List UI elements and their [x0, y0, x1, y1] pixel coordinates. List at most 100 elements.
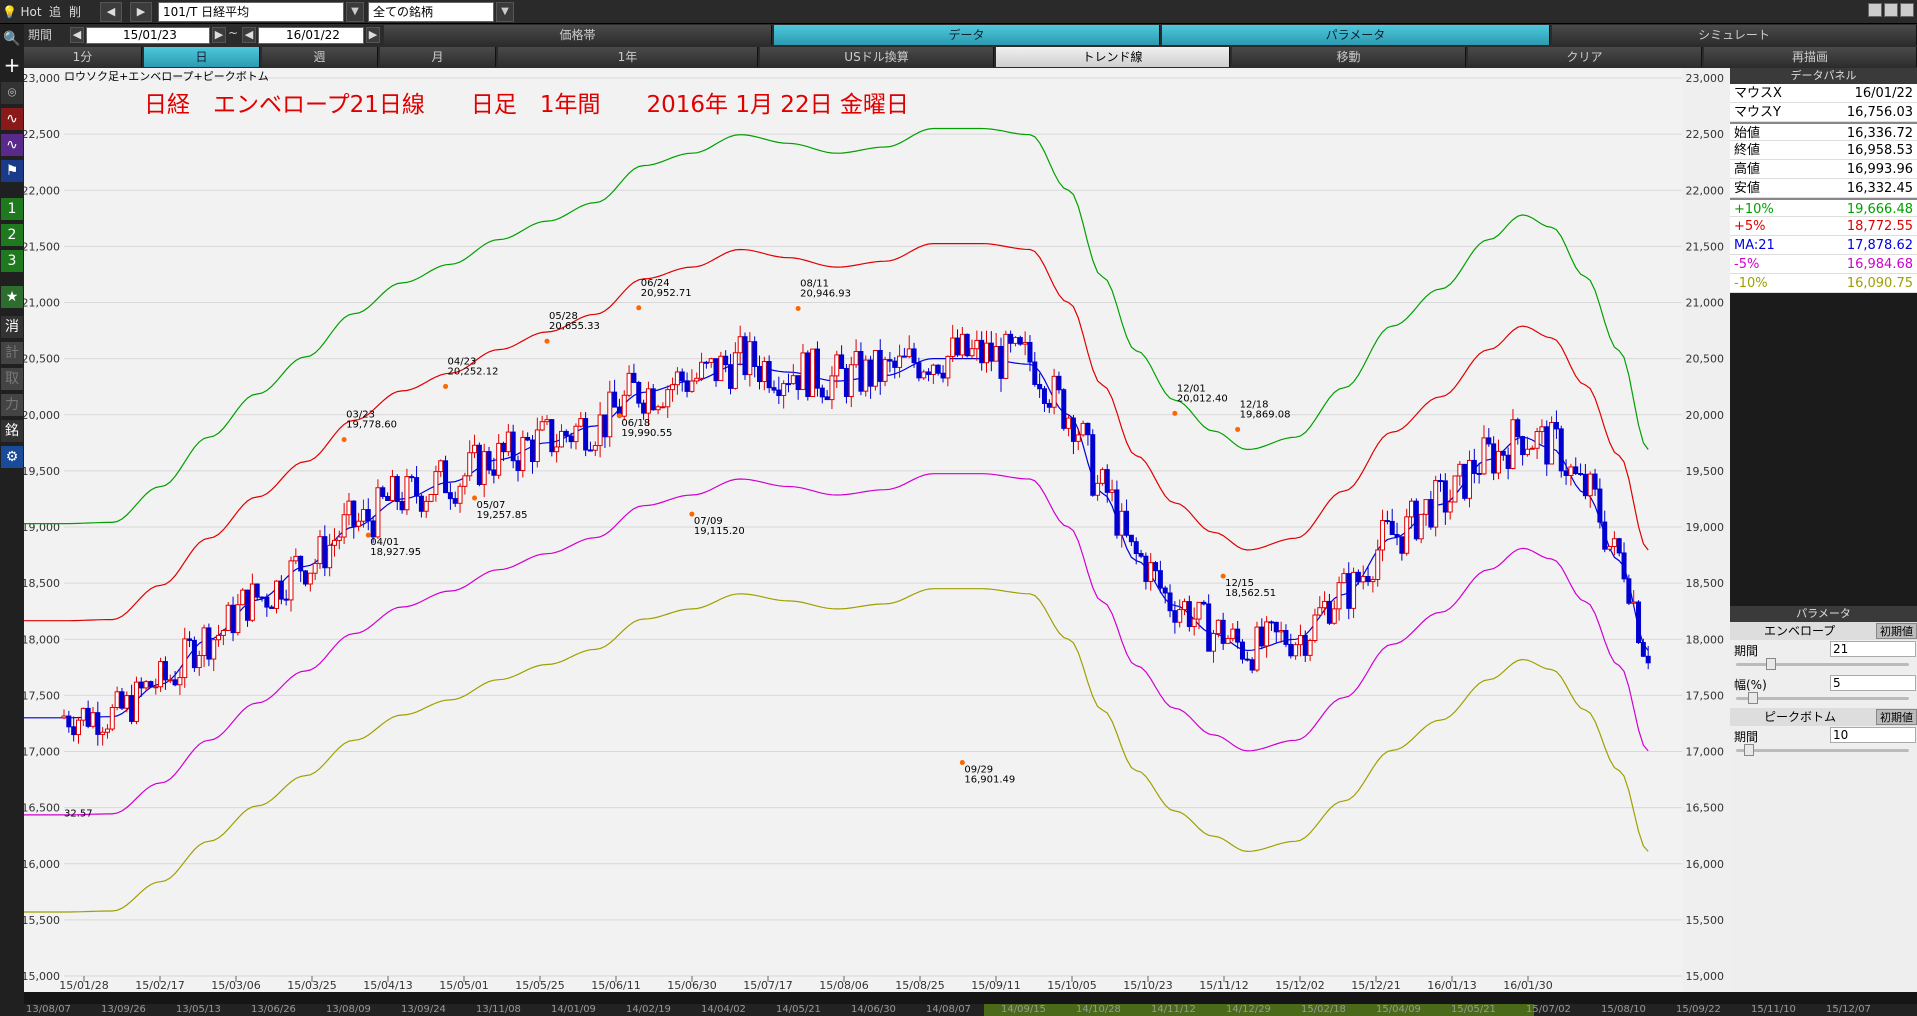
history-scrollbar[interactable]: 13/08/07 13/09/26 13/05/13 13/06/26 13/08/09… [24, 1004, 1917, 1016]
candle-body [1428, 499, 1434, 528]
delete-button[interactable]: 削 [66, 2, 84, 22]
envelope-period-field[interactable]: 21 [1830, 641, 1916, 657]
peakbottom-period-slider-thumb[interactable] [1744, 744, 1754, 756]
chart2-icon[interactable]: ∿ [1, 134, 23, 156]
to-next-button[interactable]: ▶ [366, 27, 380, 43]
candle-body [467, 452, 473, 477]
chart-icon[interactable]: ∿ [1, 108, 23, 130]
input-button[interactable]: 力 [1, 394, 23, 416]
history-date-label: 13/09/26 [101, 1004, 146, 1015]
candle-body [834, 354, 840, 377]
tab-1min[interactable]: 1分 [24, 47, 142, 67]
close-button[interactable] [1900, 3, 1914, 17]
peakbottom-period-row: 期間 10 [1730, 726, 1917, 760]
envelope-width-slider[interactable] [1736, 697, 1909, 700]
candle-body [926, 371, 932, 375]
tab-weekly[interactable]: 週 [262, 47, 378, 67]
search-icon[interactable]: 🔍 [1, 28, 23, 50]
bulb-icon[interactable]: 💡 [2, 2, 17, 22]
tab-redraw[interactable]: 再描画 [1704, 47, 1917, 67]
tab-daily[interactable]: 日 [144, 47, 260, 67]
candle-body [370, 520, 376, 538]
peakbottom-period-field[interactable]: 10 [1830, 727, 1916, 743]
market-filter-field[interactable]: 全ての銘柄 [368, 2, 494, 22]
candle-body [288, 560, 294, 601]
envelope-width-slider-thumb[interactable] [1748, 692, 1758, 704]
to-date-field[interactable]: 16/01/22 [258, 27, 364, 44]
envelope-period-slider-thumb[interactable] [1766, 658, 1776, 670]
star-icon[interactable]: ★ [1, 286, 23, 308]
tab-price-band[interactable]: 価格帯 [384, 25, 772, 45]
y-tick-label-left: 17,500 [24, 689, 60, 702]
tab-clear[interactable]: クリア [1468, 47, 1702, 67]
market-filter-dropdown[interactable]: ▼ [496, 2, 514, 22]
next-symbol-button[interactable]: ▶ [130, 2, 152, 22]
candle-body [771, 387, 777, 391]
candle-body [810, 348, 816, 398]
hot-button[interactable]: Hot [18, 2, 44, 22]
tab-simulate[interactable]: シミュレート [1552, 25, 1917, 45]
candle-body [447, 492, 453, 500]
y-tick-label-left: 22,500 [24, 128, 60, 141]
tab-usd[interactable]: USドル換算 [760, 47, 994, 67]
history-date-label: 15/04/09 [1376, 1004, 1421, 1015]
symbol-dropdown[interactable]: ▼ [346, 2, 364, 22]
peakbottom-period-slider[interactable] [1736, 749, 1909, 752]
tab-monthly[interactable]: 月 [380, 47, 496, 67]
candle-body [133, 681, 139, 722]
prev-symbol-button[interactable]: ◀ [100, 2, 122, 22]
candle-body [877, 350, 883, 382]
candle-body [950, 337, 956, 357]
peak-value-label: 19,778.60 [346, 420, 397, 431]
candle-body [1215, 619, 1221, 635]
minimize-button[interactable] [1868, 3, 1882, 17]
from-date-field[interactable]: 15/01/23 [86, 27, 210, 44]
maximize-button[interactable] [1884, 3, 1898, 17]
bottom-value-label: 19,115.20 [694, 526, 745, 537]
peak-value-label: 20,952.71 [641, 288, 692, 299]
to-prev-button[interactable]: ◀ [242, 27, 256, 43]
plus-icon[interactable]: + [1, 54, 23, 76]
preset-2-button[interactable]: 2 [1, 224, 23, 246]
camera-icon[interactable]: ⌾ [1, 82, 23, 104]
candle-body [921, 371, 927, 379]
candle-body [1563, 470, 1569, 476]
preset-3-button[interactable]: 3 [1, 250, 23, 272]
tab-move[interactable]: 移動 [1232, 47, 1466, 67]
flag-icon[interactable]: ⚑ [1, 160, 23, 182]
candle-body [578, 418, 584, 427]
envelope-width-field[interactable]: 5 [1830, 675, 1916, 691]
tab-1year[interactable]: 1年 [498, 47, 758, 67]
candle-body [1346, 573, 1352, 609]
trade-button[interactable]: 取 [1, 368, 23, 390]
symbol-button[interactable]: 銘 [1, 420, 23, 442]
peakbottom-reset-button[interactable]: 初期値 [1876, 709, 1917, 725]
from-next-button[interactable]: ▶ [212, 27, 226, 43]
data-row-value: 16,756.03 [1846, 105, 1913, 120]
envelope-reset-button[interactable]: 初期値 [1876, 623, 1917, 639]
candlestick-chart[interactable]: 15,000 15,000 15,500 15,500 16,000 16,000 16,5… [24, 68, 1730, 992]
add-button[interactable]: 追 [46, 2, 64, 22]
peak-marker [1235, 426, 1241, 432]
from-prev-button[interactable]: ◀ [70, 27, 84, 43]
candle-body [805, 352, 811, 398]
data-panel-title: データパネル [1730, 68, 1917, 84]
chart-area[interactable]: 15,000 15,000 15,500 15,500 16,000 16,000 16,5… [24, 68, 1730, 992]
candle-body [1041, 388, 1047, 404]
candle-body [394, 476, 400, 502]
candle-body [1404, 516, 1410, 554]
candle-body [1254, 626, 1260, 671]
calc-button[interactable]: 計 [1, 342, 23, 364]
envelope-period-slider[interactable] [1736, 663, 1909, 666]
erase-button[interactable]: 消 [1, 316, 23, 338]
candle-body [1384, 520, 1390, 523]
peak-value-label: 20,655.33 [549, 321, 600, 332]
symbol-field[interactable]: 101/T 日経平均 [158, 2, 344, 22]
candle-body [1452, 475, 1458, 503]
preset-1-button[interactable]: 1 [1, 198, 23, 220]
tab-data[interactable]: データ [774, 25, 1160, 45]
gear-icon[interactable]: ⚙ [1, 446, 23, 468]
candle-body [249, 583, 255, 621]
tab-parameter[interactable]: パラメータ [1162, 25, 1550, 45]
tab-trendline[interactable]: トレンド線 [996, 47, 1230, 67]
